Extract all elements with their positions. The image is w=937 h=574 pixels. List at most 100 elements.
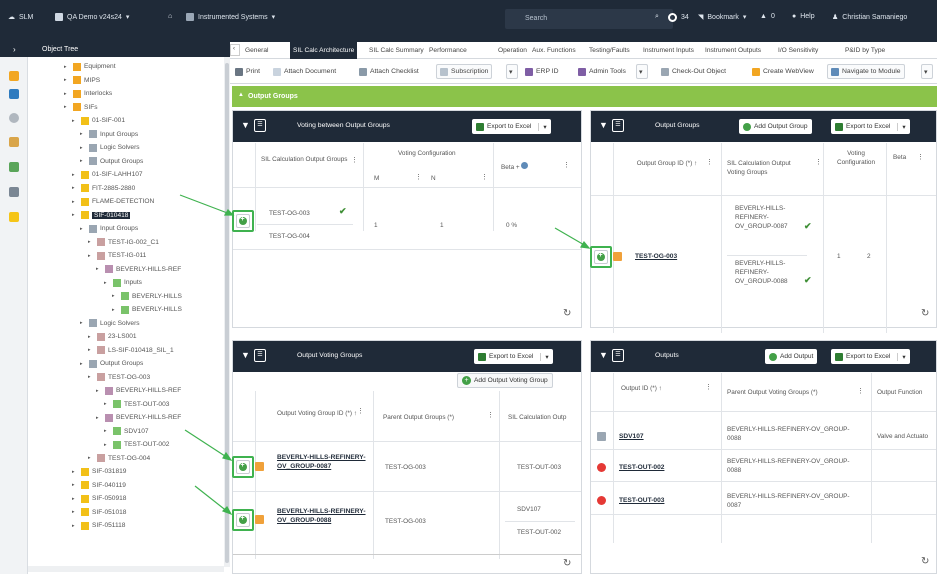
chevron-down-icon[interactable]: ▾ [897,352,906,361]
refresh-icon[interactable]: ↻ [563,308,571,319]
tree-expand-icon[interactable]: ▸ [88,334,94,340]
export-to-excel-button[interactable]: Export to Excel ▾ [474,349,553,364]
tree-expand-icon[interactable]: ▸ [64,91,70,97]
output-id-link[interactable]: TEST-OUT-002 [619,463,664,472]
tree-expand-icon[interactable]: ▸ [72,212,78,218]
columns-icon[interactable]: ☰ [254,349,266,362]
tree-item[interactable]: ▸ FIT-2885-2880 [72,183,135,194]
tree-item[interactable]: ▸ SIF-050918 [72,493,126,504]
tree-item[interactable]: ▸ 01-SIF-LAHH107 [72,169,143,180]
columns-icon[interactable]: ☰ [254,119,266,132]
tree-expand-icon[interactable]: ▸ [88,347,94,353]
tree-item[interactable]: ▸ 01-SIF-001 [72,115,125,126]
column-menu-icon[interactable]: ⋮ [563,161,570,169]
column-menu-icon[interactable]: ⋮ [415,173,422,181]
grid-icon[interactable] [9,187,19,197]
filter-icon[interactable]: ▼ [241,120,250,130]
help-button[interactable]: ● Help [792,13,815,20]
delete-row-icon[interactable] [255,462,264,471]
export-to-excel-button[interactable]: Export to Excel ▾ [831,119,910,134]
tree-item[interactable]: ▸ TEST-IG-002_C1 [88,237,159,248]
refresh-icon[interactable]: ↻ [921,308,929,319]
export-to-excel-button[interactable]: Export to Excel ▾ [472,119,551,134]
tree-expand-icon[interactable]: ▸ [88,455,94,461]
columns-icon[interactable]: ☰ [612,119,624,132]
column-header-parent-output-groups[interactable]: Parent Output Groups (*) [383,413,454,422]
tab-p-id-by-type[interactable]: P&ID by Type [842,45,888,58]
column-header-beta[interactable]: Beta [893,153,906,162]
column-menu-icon[interactable]: ⋮ [706,158,713,166]
tab-general[interactable]: General [242,45,271,58]
navigate-dropdown[interactable]: ▾ [921,64,933,79]
tree-item[interactable]: ▸ TEST-OG-003 [88,372,150,383]
tree-expand-icon[interactable]: ▸ [72,469,78,475]
tree-item[interactable]: ▸ Equipment [64,61,116,72]
tree-expand-icon[interactable]: ▸ [88,253,94,259]
tree-item[interactable]: ▸ MIPS [64,75,100,86]
tabs-scroll-left[interactable]: ‹ [230,44,240,56]
tree-expand-icon[interactable]: ▸ [80,158,86,164]
columns-icon[interactable]: ☰ [612,349,624,362]
tree-expand-icon[interactable]: ▸ [96,415,102,421]
tab-sil-calc-summary[interactable]: SIL Calc Summary [366,45,427,58]
delete-row-icon[interactable] [255,515,264,524]
tab-i-o-sensitivity[interactable]: I/O Sensitivity [775,45,821,58]
tree-item[interactable]: ▸ TEST-IG-011 [88,250,146,261]
collapse-tree-icon[interactable]: › [13,45,16,54]
tree-expand-icon[interactable]: ▸ [88,239,94,245]
column-header-output-function[interactable]: Output Function [877,388,922,397]
hierarchy-icon[interactable] [9,89,19,99]
column-header-beta[interactable]: Beta + [501,162,529,172]
tab-instrument-inputs[interactable]: Instrument Inputs [640,45,697,58]
tree-expand-icon[interactable]: ▸ [72,172,78,178]
tab-operation[interactable]: Operation [495,45,530,58]
tree-expand-icon[interactable]: ▸ [72,496,78,502]
output-id-link[interactable]: SDV107 [619,432,644,441]
column-header-n[interactable]: N [431,174,436,183]
tree-item[interactable]: ▸ SIF-051118 [72,520,125,531]
tree-item[interactable]: ▸ Input Groups [80,223,138,234]
refresh-icon[interactable]: ↻ [921,556,929,567]
add-output-group-button[interactable]: Add Output Group [739,119,812,134]
tab-instrument-outputs[interactable]: Instrument Outputs [702,45,764,58]
tree-item[interactable]: ▸ Logic Solvers [80,142,140,153]
search-icon[interactable]: ⌕ [655,13,659,21]
filter-icon[interactable]: ▼ [241,350,250,360]
tree-horizontal-scrollbar[interactable] [28,566,224,572]
remove-icon[interactable] [597,496,606,505]
check-out-button[interactable]: Check-Out Object [658,64,729,79]
tree-item[interactable]: ▸ Output Groups [80,358,143,369]
column-menu-icon[interactable]: ⋮ [357,407,364,415]
tree-expand-icon[interactable]: ▸ [64,77,70,83]
filter-icon[interactable]: ▼ [599,350,608,360]
tree-expand-icon[interactable]: ▸ [64,104,70,110]
tree-item[interactable]: ▸ BEVERLY-HILLS-REF [96,412,181,423]
module-selector[interactable]: Instrumented Systems ▾ [186,13,275,21]
tab-testing-faults[interactable]: Testing/Faults [586,45,633,58]
column-menu-icon[interactable]: ⋮ [917,153,924,161]
search-input[interactable]: Search [505,9,673,29]
chevron-down-icon[interactable]: ▾ [897,122,906,131]
tree-item[interactable]: ▸ Output Groups [80,156,143,167]
output-id-link[interactable]: TEST-OUT-003 [619,496,664,505]
output-groups-section-header[interactable]: Output Groups ▲ [232,86,937,107]
document-icon[interactable] [9,137,19,147]
column-header-m[interactable]: M [374,174,379,183]
tree-item[interactable]: ▸ SIF-010418 [72,210,131,221]
chevron-down-icon[interactable]: ▾ [538,122,547,131]
delete-row-icon[interactable] [613,252,622,261]
horizontal-scrollbar[interactable] [233,554,581,555]
tree-expand-icon[interactable]: ▸ [96,266,102,272]
tree-item[interactable]: ▸ SIF-040119 [72,480,126,491]
column-header-ovg-id[interactable]: Output Voting Group ID (*) ↑ [277,409,357,418]
attach-document-button[interactable]: Attach Document [270,64,339,79]
column-header-output-group-id[interactable]: Output Group ID (*) ↑ [635,159,699,168]
tree-expand-icon[interactable]: ▸ [112,307,118,313]
add-output-button[interactable]: Add Output [765,349,818,364]
tree-item[interactable]: ▸ 23-LS001 [88,331,137,342]
project-selector[interactable]: QA Demo v24s24 ▾ [55,13,129,21]
tree-expand-icon[interactable]: ▸ [72,185,78,191]
ovg-id-link[interactable]: BEVERLY-HILLS-REFINERY-OV_GROUP-0087 [277,453,367,471]
remove-icon[interactable] [597,463,606,472]
add-output-voting-group-button[interactable]: + Add Output Voting Group [457,373,553,388]
